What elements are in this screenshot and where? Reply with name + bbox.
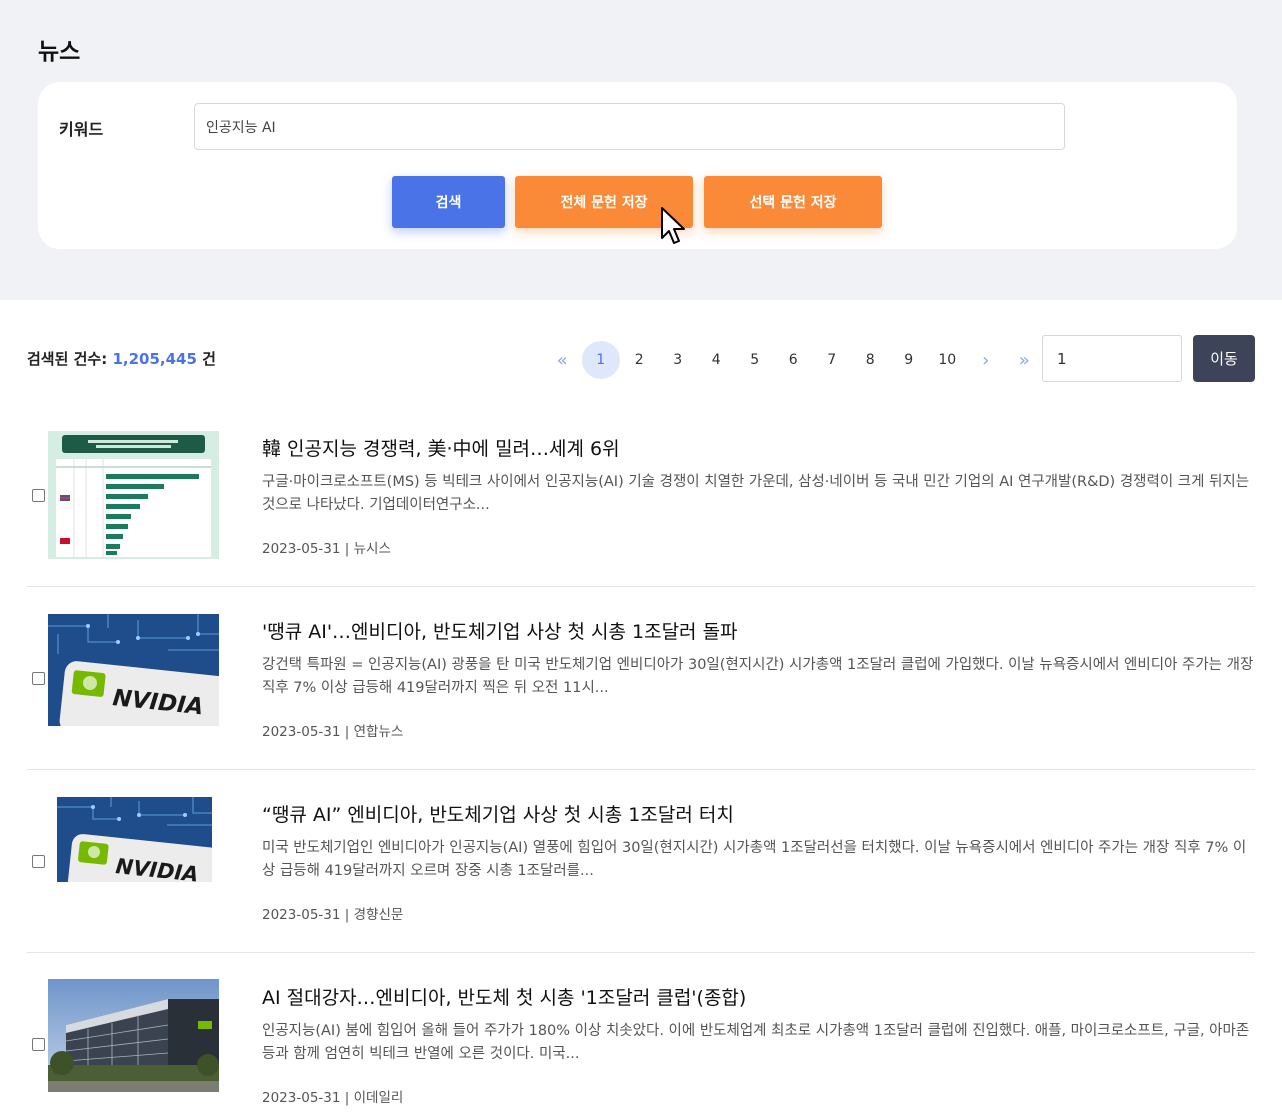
article-title[interactable]: 韓 인공지능 경쟁력, 美·中에 밀려…세계 6위 xyxy=(262,434,620,461)
page-7[interactable]: 7 xyxy=(813,341,852,379)
go-to-page-button[interactable]: 이동 xyxy=(1193,335,1255,382)
page-5[interactable]: 5 xyxy=(736,341,775,379)
article-summary: 미국 반도체기업인 엔비디아가 인공지능(AI) 열풍에 힘입어 30일(현지시… xyxy=(262,840,1247,879)
last-page-icon[interactable]: » xyxy=(1005,341,1044,379)
article-checkbox[interactable] xyxy=(32,672,45,685)
article-source: 이데일리 xyxy=(353,1090,404,1106)
article-source: 경향신문 xyxy=(353,907,404,923)
article-summary: 구글·마이크로소프트(MS) 등 빅테크 사이에서 인공지능(AI) 기술 경쟁… xyxy=(262,474,1250,513)
page-4[interactable]: 4 xyxy=(697,341,736,379)
result-count-unit: 건 xyxy=(202,350,216,368)
result-count: 검색된 건수: 1,205,445 건 xyxy=(27,348,216,369)
article-checkbox[interactable] xyxy=(32,1038,45,1051)
save-selected-button[interactable]: 선택 문헌 저장 xyxy=(704,176,882,228)
page-1[interactable]: 1 xyxy=(581,341,620,379)
page-number-input[interactable] xyxy=(1042,335,1182,382)
article-item: NVIDIA '땡큐 AI'…엔비디아, 반도체기업 사상 첫 시총 1조달러 … xyxy=(27,587,1255,770)
article-date: 2023-05-31 xyxy=(262,541,341,557)
article-thumbnail-nvidia[interactable]: NVIDIA xyxy=(57,797,212,882)
page-6[interactable]: 6 xyxy=(774,341,813,379)
page-2[interactable]: 2 xyxy=(620,341,659,379)
article-checkbox[interactable] xyxy=(32,489,45,502)
article-item: NVIDIA “땡큐 AI” 엔비디아, 반도체기업 사상 첫 시총 1조달러 … xyxy=(27,770,1255,953)
article-meta: 2023-05-31 | 이데일리 xyxy=(262,1086,403,1106)
page-title: 뉴스 xyxy=(38,39,81,65)
page-3[interactable]: 3 xyxy=(659,341,698,379)
page-10[interactable]: 10 xyxy=(928,341,967,379)
article-title[interactable]: AI 절대강자…엔비디아, 반도체 첫 시총 '1조달러 클럽'(종합) xyxy=(262,983,746,1010)
article-thumbnail-nvidia[interactable]: NVIDIA xyxy=(48,614,219,726)
meta-separator: | xyxy=(344,724,354,740)
keyword-input[interactable] xyxy=(194,103,1065,150)
mouse-pointer-icon xyxy=(661,207,685,244)
result-count-value: 1,205,445 xyxy=(112,350,197,368)
search-panel: 키워드 검색 전체 문헌 저장 선택 문헌 저장 xyxy=(38,82,1237,249)
result-count-label: 검색된 건수: xyxy=(27,350,108,368)
search-button[interactable]: 검색 xyxy=(392,176,505,228)
keyword-label: 키워드 xyxy=(59,120,104,139)
article-thumbnail-chart[interactable] xyxy=(48,431,219,559)
next-page-icon[interactable]: › xyxy=(967,341,1006,379)
article-thumbnail-building[interactable] xyxy=(48,979,219,1092)
article-date: 2023-05-31 xyxy=(262,724,341,740)
article-source: 연합뉴스 xyxy=(353,724,404,740)
article-meta: 2023-05-31 | 경향신문 xyxy=(262,903,403,923)
article-meta: 2023-05-31 | 연합뉴스 xyxy=(262,720,403,740)
article-date: 2023-05-31 xyxy=(262,1090,341,1106)
article-meta: 2023-05-31 | 뉴시스 xyxy=(262,537,391,557)
first-page-icon[interactable]: « xyxy=(543,341,582,379)
page-9[interactable]: 9 xyxy=(890,341,929,379)
article-summary: 강건택 특파원 = 인공지능(AI) 광풍을 탄 미국 반도체기업 엔비디아가 … xyxy=(262,657,1254,696)
meta-separator: | xyxy=(344,541,354,557)
article-title[interactable]: “땡큐 AI” 엔비디아, 반도체기업 사상 첫 시총 1조달러 터치 xyxy=(262,800,734,827)
article-item: AI 절대강자…엔비디아, 반도체 첫 시총 '1조달러 클럽'(종합) 인공지… xyxy=(27,953,1255,1119)
article-summary: 인공지능(AI) 붐에 힘입어 올해 들어 주가가 180% 이상 치솟았다. … xyxy=(262,1023,1250,1062)
article-title[interactable]: '땡큐 AI'…엔비디아, 반도체기업 사상 첫 시총 1조달러 돌파 xyxy=(262,617,738,644)
meta-separator: | xyxy=(344,1090,354,1106)
article-source: 뉴시스 xyxy=(353,541,391,557)
article-date: 2023-05-31 xyxy=(262,907,341,923)
pagination: « 1 2 3 4 5 6 7 8 9 10 › » xyxy=(543,341,1044,379)
article-item: 韓 인공지능 경쟁력, 美·中에 밀려…세계 6위 구글·마이크로소프트(MS)… xyxy=(27,404,1255,587)
page-8[interactable]: 8 xyxy=(851,341,890,379)
article-checkbox[interactable] xyxy=(32,855,45,868)
meta-separator: | xyxy=(344,907,354,923)
